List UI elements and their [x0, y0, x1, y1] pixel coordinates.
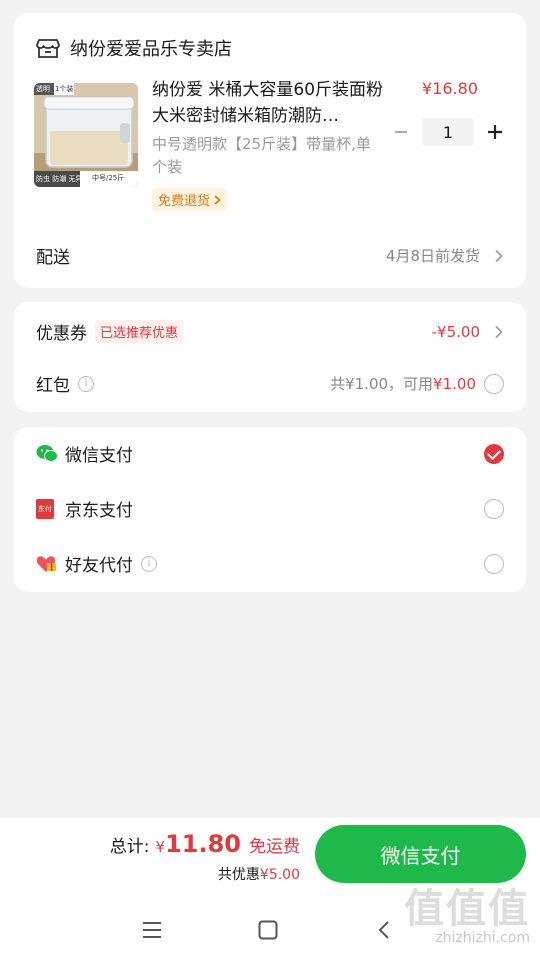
jdpay-icon-text: 东付: [36, 498, 54, 519]
quantity-input[interactable]: 1: [422, 118, 474, 146]
payment-label: 微信支付: [65, 446, 133, 466]
order-item-card: 纳份爱爱品乐专卖店 透明 1个装 防虫 防潮 无异味 中号/25斤 纳份爱 米桶…: [14, 13, 526, 288]
back-icon[interactable]: [369, 915, 399, 945]
product-price: ¥16.80: [422, 79, 478, 98]
free-return-badge[interactable]: 免费退货: [152, 188, 228, 211]
decrease-quantity-button[interactable]: [388, 119, 414, 145]
payment-radio[interactable]: [484, 553, 504, 574]
delivery-row[interactable]: 配送 4月8日前发货: [36, 243, 504, 268]
payment-option-jdpay[interactable]: 东付 京东支付: [36, 496, 504, 521]
info-icon[interactable]: i: [141, 555, 157, 572]
coupon-tag: 已选推荐优惠: [95, 320, 184, 343]
increase-quantity-button[interactable]: [482, 119, 508, 145]
chevron-right-icon: [495, 325, 503, 338]
payment-option-wechat[interactable]: 微信支付: [36, 441, 504, 466]
payment-radio-selected[interactable]: [484, 443, 504, 464]
product-title[interactable]: 纳份爱 米桶大容量60斤装面粉大米密封储米箱防潮防…: [152, 77, 384, 129]
payment-methods-card: 微信支付 东付 京东支付 好友代付 i: [14, 427, 526, 592]
saved-summary: 共优惠¥5.00: [218, 864, 300, 884]
image-tag: 透明: [36, 85, 50, 93]
redpacket-total: 共¥1.00，可用: [330, 375, 434, 393]
saved-amount: ¥5.00: [259, 867, 300, 883]
total-amount: 11.80: [165, 830, 241, 858]
wechat-icon: [36, 444, 58, 464]
image-caption: 中号/25斤: [92, 174, 125, 182]
jdpay-icon: 东付: [36, 498, 58, 519]
system-navbar: [0, 903, 540, 955]
info-icon[interactable]: i: [78, 375, 94, 392]
chevron-right-icon: [214, 194, 221, 205]
redpacket-usable: ¥1.00: [433, 374, 476, 393]
image-tag: 1个装: [55, 85, 74, 93]
saved-prefix: 共优惠: [217, 867, 260, 883]
coupon-value: -¥5.00: [431, 322, 480, 341]
coupon-row[interactable]: 优惠券 已选推荐优惠 -¥5.00: [36, 319, 504, 344]
quantity-stepper: 1: [388, 118, 508, 146]
store-icon: [36, 39, 60, 58]
home-icon[interactable]: [253, 915, 283, 945]
coupon-label: 优惠券: [36, 324, 87, 344]
pay-button[interactable]: 微信支付: [315, 825, 526, 883]
delivery-label: 配送: [36, 248, 70, 268]
heart-gift-icon: [36, 554, 58, 574]
image-caption: 防虫 防潮 无异味: [36, 175, 90, 183]
redpacket-radio[interactable]: [484, 373, 504, 394]
payment-radio[interactable]: [484, 498, 504, 519]
order-total: 总计: ¥ 11.80 免运费: [110, 830, 300, 858]
checkout-bar: 总计: ¥ 11.80 免运费 共优惠¥5.00 微信支付 值值值 zhizhi…: [0, 818, 540, 955]
product-image[interactable]: 透明 1个装 防虫 防潮 无异味 中号/25斤: [34, 83, 138, 187]
shop-header[interactable]: 纳份爱爱品乐专卖店: [36, 35, 232, 61]
currency-symbol: ¥: [155, 838, 166, 856]
plus-icon: [488, 125, 502, 139]
menu-icon[interactable]: [137, 915, 167, 945]
discount-card: 优惠券 已选推荐优惠 -¥5.00 红包 i 共¥1.00，可用 ¥1.00: [14, 302, 526, 412]
payment-option-friend[interactable]: 好友代付 i: [36, 551, 504, 576]
redpacket-label: 红包: [36, 376, 70, 396]
product-spec[interactable]: 中号透明款【25斤装】带量杯,单个装: [152, 133, 384, 179]
chevron-right-icon: [495, 249, 503, 262]
shop-name: 纳份爱爱品乐专卖店: [70, 39, 232, 60]
delivery-date: 4月8日前发货: [385, 247, 480, 265]
free-return-label: 免费退货: [158, 194, 211, 209]
minus-icon: [395, 131, 407, 133]
total-label: 总计:: [109, 837, 150, 857]
redpacket-row[interactable]: 红包 i 共¥1.00，可用 ¥1.00: [36, 371, 504, 396]
free-shipping-label: 免运费: [249, 837, 300, 857]
payment-label: 京东支付: [65, 501, 133, 521]
payment-label: 好友代付: [65, 556, 133, 576]
